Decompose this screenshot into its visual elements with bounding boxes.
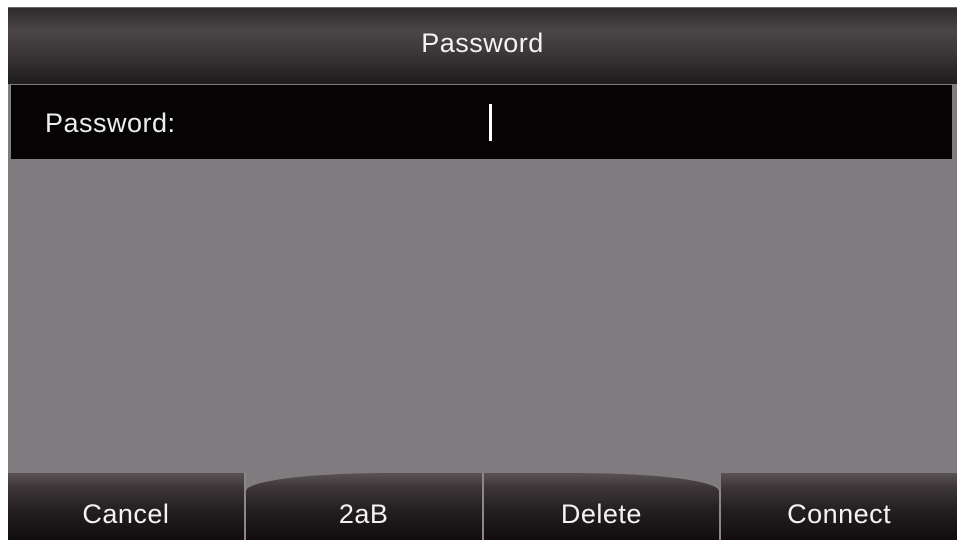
- softkey-bar: Cancel 2aB Delete Connect: [8, 473, 957, 540]
- phone-screen: Password Password: Cancel 2aB Delete Con…: [8, 7, 957, 540]
- text-cursor: [489, 104, 492, 141]
- title-bar: Password: [8, 7, 957, 84]
- password-field-row[interactable]: Password:: [11, 85, 952, 159]
- password-input[interactable]: [481, 95, 941, 149]
- input-mode-button-label: 2aB: [338, 499, 389, 529]
- input-mode-button[interactable]: 2aB: [245, 473, 484, 540]
- delete-button[interactable]: Delete: [483, 473, 722, 540]
- connect-button[interactable]: Connect: [721, 473, 957, 540]
- password-label: Password:: [45, 108, 176, 138]
- cancel-button[interactable]: Cancel: [8, 473, 246, 540]
- delete-button-label: Delete: [560, 499, 642, 529]
- connect-button-label: Connect: [787, 499, 892, 529]
- page-title: Password: [421, 28, 544, 58]
- cancel-button-label: Cancel: [82, 499, 170, 529]
